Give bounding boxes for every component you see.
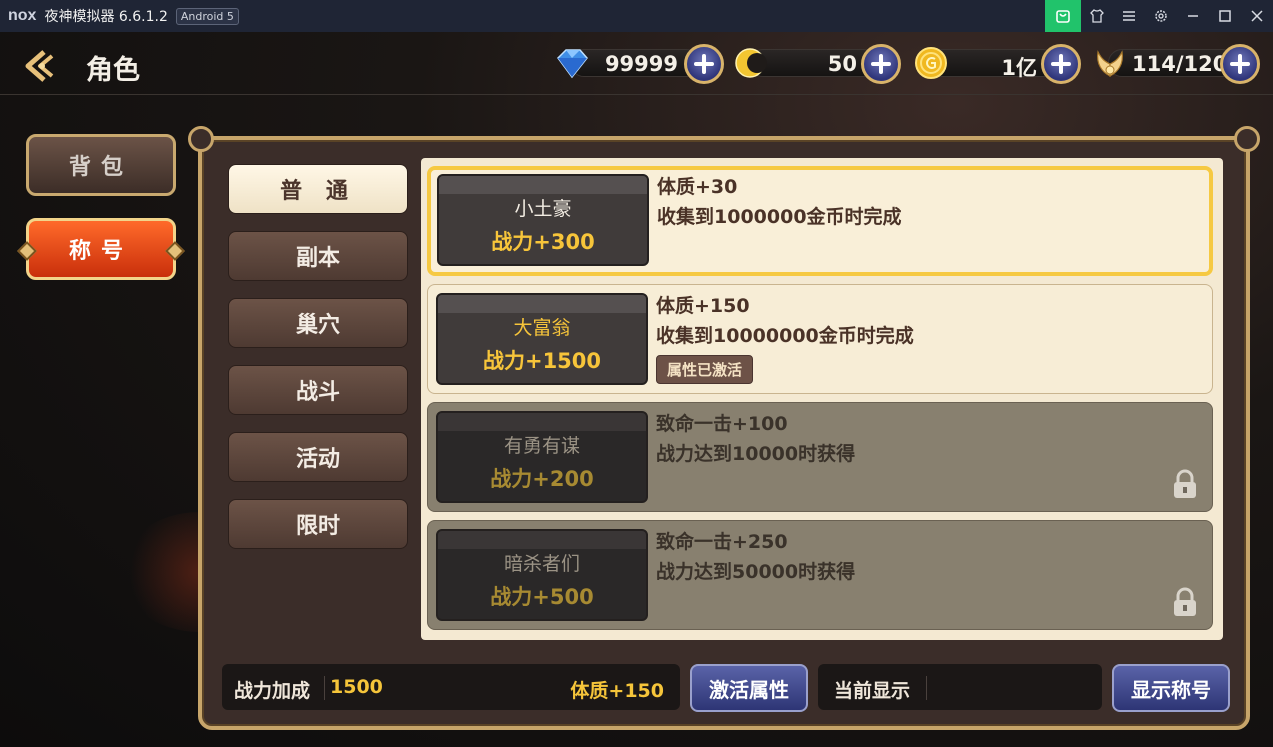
emulator-titlebar: nox 夜神模拟器 6.6.1.2 Android 5	[0, 0, 1273, 32]
tab-battle[interactable]: 战斗	[228, 365, 408, 415]
settings-gear-icon[interactable]	[1145, 0, 1177, 32]
nox-logo: nox	[8, 7, 37, 24]
show-title-button[interactable]: 显示称号	[1112, 664, 1230, 712]
add-gold-button[interactable]	[1041, 44, 1081, 84]
power-bonus-value: 1500	[330, 676, 383, 698]
lock-icon	[1174, 469, 1196, 498]
title-effect: 致命一击+250	[656, 531, 788, 553]
header-divider	[0, 94, 1273, 95]
gem-count: 99999	[604, 52, 678, 76]
minimize-icon[interactable]	[1177, 0, 1209, 32]
bag-button-label: 背包	[68, 155, 133, 180]
power-bonus-label: 战力加成	[234, 680, 311, 702]
title-item[interactable]: 大富翁 战力+1500 体质+150 收集到10000000金币时完成 属性已激…	[427, 284, 1213, 394]
current-display-label: 当前显示	[834, 680, 911, 702]
corner-ornament-icon	[188, 126, 214, 152]
title-effect: 致命一击+100	[656, 413, 788, 435]
title-badge: 大富翁 战力+1500	[436, 293, 648, 385]
title-badge: 有勇有谋 战力+200	[436, 411, 648, 503]
crescent-resource: 50	[733, 44, 905, 84]
title-effect: 体质+150	[656, 295, 750, 317]
title-power: 战力+500	[490, 585, 594, 609]
wing-stamina-icon	[1097, 50, 1123, 77]
stamina-resource: 114/120	[1092, 44, 1262, 84]
maximize-icon[interactable]	[1209, 0, 1241, 32]
title-list[interactable]: 小土豪 战力+300 体质+30 收集到1000000金币时完成 大富翁 战力+…	[421, 158, 1223, 640]
power-bonus-attr: 体质+150	[570, 680, 664, 702]
gold-coin-icon	[915, 47, 947, 79]
diamond-ornament-icon	[17, 241, 37, 261]
tab-limited[interactable]: 限时	[228, 499, 408, 549]
title-name: 大富翁	[513, 317, 571, 339]
title-name: 有勇有谋	[503, 435, 580, 457]
title-button-label: 称号	[68, 239, 133, 264]
corner-ornament-icon	[1234, 126, 1260, 152]
diamond-gem-icon	[557, 49, 588, 79]
title-button[interactable]: 称号	[17, 218, 185, 280]
add-crescent-button[interactable]	[861, 44, 901, 84]
title-effect: 体质+30	[657, 176, 738, 198]
emulator-title: 夜神模拟器 6.6.1.2	[44, 9, 168, 25]
title-item[interactable]: 有勇有谋 战力+200 致命一击+100 战力达到10000时获得	[427, 402, 1213, 512]
title-badge: 小土豪 战力+300	[437, 174, 649, 266]
title-condition: 收集到10000000金币时完成	[656, 325, 914, 347]
crescent-count: 50	[827, 52, 857, 76]
power-bonus-box: 战力加成 1500 体质+150	[222, 664, 680, 710]
title-name: 小土豪	[514, 198, 572, 220]
diamond-ornament-icon	[165, 241, 185, 261]
current-display-box: 当前显示	[818, 664, 1102, 710]
gold-resource: 1亿	[913, 44, 1083, 84]
title-name: 暗杀者们	[503, 553, 580, 575]
activate-attribute-button[interactable]: 激活属性	[690, 664, 808, 712]
tab-event[interactable]: 活动	[228, 432, 408, 482]
title-power: 战力+300	[491, 230, 595, 254]
tab-normal[interactable]: 普 通	[228, 164, 408, 214]
close-icon[interactable]	[1241, 0, 1273, 32]
android-version-badge: Android 5	[175, 7, 239, 25]
stamina-count: 114/120	[1132, 52, 1228, 76]
tab-nest[interactable]: 巢穴	[228, 298, 408, 348]
game-screen: 角色 99999 50 1亿 114/120 背包 称号 普 通 副本 巢穴 战…	[0, 32, 1273, 747]
title-power: 战力+1500	[482, 349, 602, 373]
title-condition: 战力达到10000时获得	[656, 443, 856, 465]
back-arrow-icon[interactable]	[22, 46, 62, 86]
shop-bag-icon[interactable]	[1045, 0, 1081, 32]
add-stamina-button[interactable]	[1220, 44, 1260, 84]
crescent-moon-icon	[735, 48, 767, 78]
title-item[interactable]: 小土豪 战力+300 体质+30 收集到1000000金币时完成	[427, 166, 1213, 276]
theme-shirt-icon[interactable]	[1081, 0, 1113, 32]
lock-icon	[1174, 587, 1196, 616]
menu-icon[interactable]	[1113, 0, 1145, 32]
title-item[interactable]: 暗杀者们 战力+500 致命一击+250 战力达到50000时获得	[427, 520, 1213, 630]
gem-resource: 99999	[554, 44, 728, 84]
add-gems-button[interactable]	[684, 44, 724, 84]
page-title: 角色	[86, 55, 140, 86]
tab-dungeon[interactable]: 副本	[228, 231, 408, 281]
bag-button[interactable]: 背包	[26, 134, 176, 196]
title-power: 战力+200	[490, 467, 594, 491]
title-condition: 收集到1000000金币时完成	[657, 206, 902, 228]
activated-badge: 属性已激活	[656, 355, 754, 384]
title-badge: 暗杀者们 战力+500	[436, 529, 648, 621]
gold-count: 1亿	[1001, 56, 1037, 80]
title-condition: 战力达到50000时获得	[656, 561, 856, 583]
